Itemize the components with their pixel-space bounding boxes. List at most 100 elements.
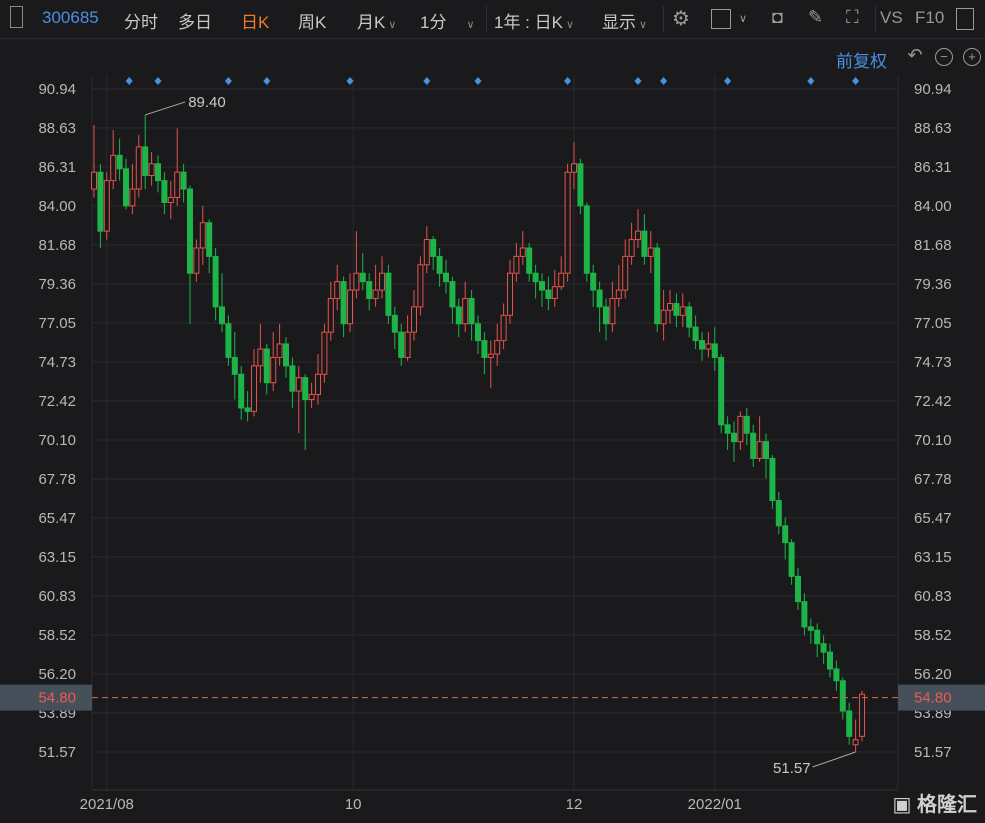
- y-tick-label-right: 72.42: [914, 393, 952, 410]
- candle-up: [315, 373, 321, 395]
- candle-down: [686, 306, 693, 328]
- candle-down: [795, 575, 801, 603]
- candle-up: [500, 314, 507, 342]
- y-tick-label-right: 74.73: [914, 354, 952, 371]
- candle-down: [545, 289, 552, 299]
- candle-down: [807, 626, 814, 631]
- candle-down: [155, 163, 161, 182]
- candle-down: [443, 272, 449, 283]
- y-tick-label-right: 63.15: [914, 549, 952, 566]
- candle-down: [180, 171, 187, 190]
- candle-up: [308, 393, 315, 401]
- candle-up: [647, 247, 654, 257]
- event-marker-icon: [346, 77, 354, 85]
- candle-down: [391, 314, 398, 333]
- y-tick-label-right: 51.57: [914, 744, 952, 761]
- x-tick-label: 12: [566, 796, 583, 813]
- candle-up: [852, 739, 859, 746]
- candle-up: [737, 415, 744, 443]
- candle-down: [731, 432, 737, 443]
- candle-down: [231, 356, 238, 375]
- candle-down: [788, 542, 795, 577]
- y-tick-label-left: 58.52: [38, 627, 76, 644]
- candle-down: [263, 348, 270, 384]
- candle-up: [558, 272, 565, 288]
- candle-down: [436, 255, 443, 274]
- y-tick-label-left: 70.10: [38, 432, 76, 449]
- y-tick-label-left: 72.42: [38, 393, 76, 410]
- candle-up: [411, 306, 417, 333]
- event-marker-icon: [154, 77, 162, 85]
- candle-up: [494, 340, 501, 355]
- candle-up: [148, 163, 155, 177]
- candle-down: [782, 525, 789, 544]
- candle-down: [590, 272, 597, 291]
- max-annotation-leader: [145, 101, 186, 116]
- candlestick-chart[interactable]: 90.94 90.94 88.63 88.63 86.31 86.31 84.00 84.00…: [0, 0, 985, 823]
- candle-up: [756, 441, 763, 459]
- candle-down: [750, 432, 757, 459]
- event-marker-icon: [125, 77, 133, 85]
- candle-down: [244, 407, 251, 412]
- candle-down: [820, 643, 827, 653]
- candle-down: [238, 373, 245, 409]
- candle-down: [692, 326, 699, 342]
- candle-down: [577, 163, 584, 207]
- candle-up: [257, 348, 264, 367]
- watermark-text: 格隆汇: [917, 794, 977, 816]
- y-tick-label-right: 84.00: [914, 198, 952, 215]
- candle-down: [596, 289, 603, 308]
- candle-down: [775, 500, 782, 527]
- y-tick-label-left: 63.15: [38, 549, 76, 566]
- y-tick-label-right: 58.52: [914, 627, 952, 644]
- candle-up: [660, 309, 667, 325]
- candle-up: [679, 306, 686, 316]
- current-price-label-left: 54.80: [38, 690, 76, 707]
- candle-up: [103, 180, 110, 232]
- min-annotation-label: 51.57: [773, 760, 811, 777]
- y-tick-label-left: 81.68: [38, 237, 76, 254]
- event-marker-icon: [224, 77, 232, 85]
- candle-down: [123, 168, 129, 207]
- y-tick-label-left: 56.20: [38, 666, 76, 683]
- candle-up: [251, 365, 257, 412]
- y-tick-label-right: 81.68: [914, 237, 952, 254]
- candle-up: [622, 255, 629, 291]
- event-marker-icon: [263, 77, 271, 85]
- candle-down: [212, 255, 219, 308]
- candle-down: [814, 629, 821, 645]
- candle-down: [116, 154, 123, 170]
- candle-up: [423, 239, 430, 266]
- y-tick-label-left: 77.05: [38, 315, 76, 332]
- candle-down: [225, 323, 232, 358]
- candle-up: [628, 239, 635, 257]
- candle-down: [468, 297, 475, 325]
- y-tick-label-left: 51.57: [38, 744, 76, 761]
- candle-down: [654, 247, 661, 325]
- y-tick-label-right: 79.36: [914, 276, 952, 293]
- candle-down: [801, 601, 808, 628]
- candle-down: [219, 306, 225, 325]
- event-marker-icon: [474, 77, 482, 85]
- candle-up: [353, 272, 360, 291]
- candle-down: [718, 356, 725, 426]
- candle-up: [321, 331, 328, 375]
- candle-up: [129, 188, 136, 207]
- event-marker-icon: [807, 77, 815, 85]
- candle-down: [711, 343, 718, 358]
- event-marker-icon: [423, 77, 431, 85]
- candle-up: [564, 171, 571, 274]
- candle-down: [289, 365, 296, 392]
- y-tick-label-right: 70.10: [914, 432, 952, 449]
- max-annotation-label: 89.40: [188, 94, 226, 111]
- candle-down: [385, 272, 392, 316]
- y-tick-label-right: 90.94: [914, 81, 952, 98]
- candle-down: [455, 306, 462, 325]
- candle-down: [763, 441, 769, 459]
- min-annotation-leader: [812, 751, 856, 768]
- candle-up: [513, 255, 520, 274]
- y-tick-label-right: 88.63: [914, 120, 952, 137]
- candle-up: [615, 289, 622, 299]
- x-tick-label: 2021/08: [80, 796, 134, 813]
- current-price-label-right: 54.80: [914, 690, 952, 707]
